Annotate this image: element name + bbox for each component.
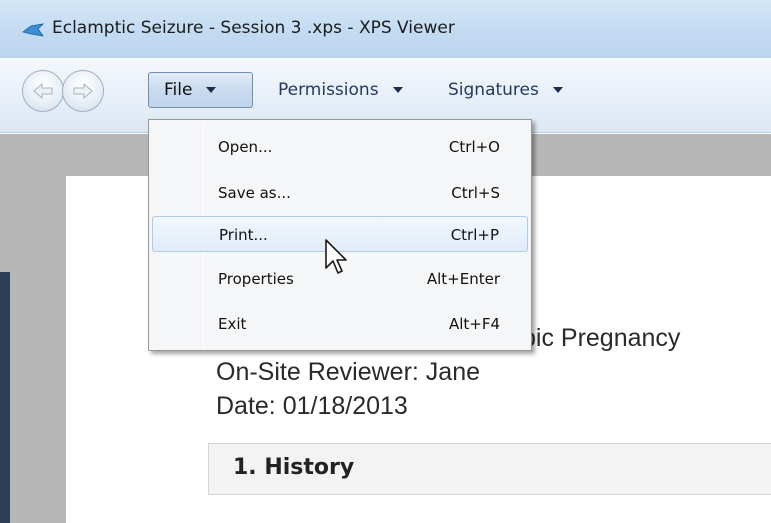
menu-item-shortcut: Ctrl+P <box>450 226 499 244</box>
forward-arrow-icon <box>73 82 93 100</box>
file-menu-label: File <box>164 80 193 100</box>
menu-item-open[interactable]: Open... Ctrl+O <box>152 129 528 165</box>
back-button[interactable] <box>22 70 64 112</box>
mouse-cursor-icon <box>325 239 347 274</box>
menu-item-label: Print... <box>219 226 268 244</box>
menu-item-shortcut: Ctrl+O <box>448 138 500 156</box>
chevron-down-icon <box>552 87 563 93</box>
forward-button[interactable] <box>62 70 104 112</box>
title-bar: Eclamptic Seizure - Session 3 .xps - XPS… <box>0 0 771 58</box>
window-title: Eclamptic Seizure - Session 3 .xps - XPS… <box>52 18 455 38</box>
menu-item-save-as[interactable]: Save as... Ctrl+S <box>152 175 528 211</box>
menu-item-label: Properties <box>218 270 294 288</box>
menu-item-label: Save as... <box>218 184 291 202</box>
xps-viewer-icon <box>22 23 44 37</box>
document-subtitle-partial: pic Pregnancy <box>522 324 681 352</box>
signatures-menu-label: Signatures <box>448 80 539 100</box>
signatures-menu-button[interactable]: Signatures <box>448 72 563 108</box>
permissions-menu-label: Permissions <box>278 80 379 100</box>
viewport-edge <box>0 272 10 523</box>
file-dropdown-menu: Open... Ctrl+O Save as... Ctrl+S Print..… <box>148 119 532 351</box>
file-menu-button[interactable]: File <box>148 72 253 108</box>
section-header: 1. History <box>208 443 771 495</box>
date-line: Date: 01/18/2013 <box>216 392 408 420</box>
menu-item-exit[interactable]: Exit Alt+F4 <box>152 306 528 342</box>
chevron-down-icon <box>206 87 217 93</box>
menu-item-shortcut: Alt+F4 <box>448 315 500 333</box>
chevron-down-icon <box>392 87 403 93</box>
menu-item-shortcut: Alt+Enter <box>426 270 500 288</box>
reviewer-line: On-Site Reviewer: Jane <box>216 358 481 386</box>
permissions-menu-button[interactable]: Permissions <box>278 72 403 108</box>
section-title: 1. History <box>233 455 355 480</box>
menu-item-shortcut: Ctrl+S <box>451 184 500 202</box>
menu-item-label: Open... <box>218 138 273 156</box>
back-arrow-icon <box>33 82 53 100</box>
menu-item-label: Exit <box>218 315 247 333</box>
